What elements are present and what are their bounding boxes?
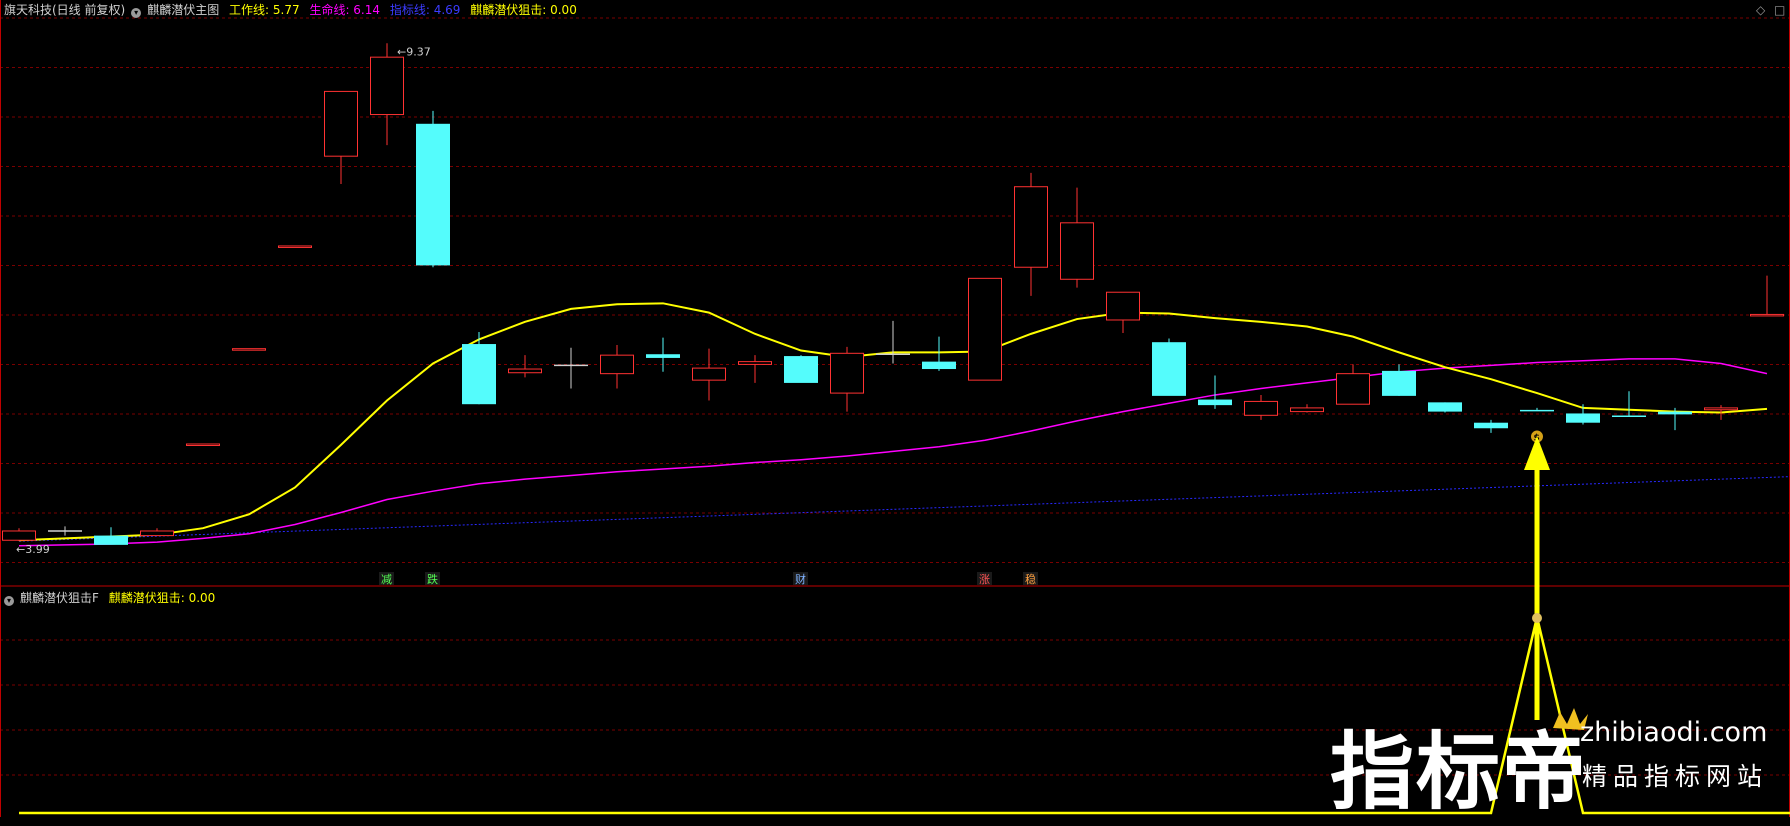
candle-body (1198, 399, 1232, 406)
candle-body (324, 90, 358, 157)
watermark-url: zhibiaodi.com (1580, 717, 1768, 748)
signal-marker: 财 (795, 572, 806, 586)
watermark-title: 指标帝 (1330, 723, 1589, 821)
dropdown-icon[interactable]: ▾ (131, 8, 142, 18)
candle-body (1060, 222, 1094, 280)
life-line-label: 生命线: 6.14 (309, 3, 381, 17)
indicator-line-label: 指标线: 4.69 (389, 3, 461, 17)
candle-body (738, 361, 772, 365)
square-icon[interactable]: □ (1774, 3, 1785, 17)
main-indicator-name[interactable]: 麒麟潜伏主图 (147, 3, 219, 17)
candle-body (370, 56, 404, 116)
snipe-label: 麒麟潜伏狙击: 0.00 (470, 3, 577, 17)
watermark-subtitle: 精品指标网站 (1582, 762, 1769, 791)
candle-body (646, 354, 680, 358)
signal-marker: 涨 (979, 573, 990, 586)
candle-body (186, 443, 220, 446)
signal-marker: 稳 (1025, 572, 1036, 586)
candle-body (784, 356, 818, 383)
candle-body (232, 348, 266, 351)
candles: ←9.37 ←3.99 (2, 43, 1784, 556)
candle-body (1474, 422, 1508, 429)
candle-body (1290, 407, 1324, 413)
candle-body (968, 277, 1002, 381)
candle-body (462, 344, 496, 405)
life-line (18, 358, 1768, 547)
signal-marker: 跌 (427, 572, 438, 586)
candle-body (1428, 402, 1462, 412)
candle-body (600, 354, 634, 375)
candle-body (416, 123, 450, 266)
grid-lines (0, 0, 1790, 817)
candle-body (1106, 291, 1140, 321)
candle-body (508, 368, 542, 374)
candle-body (1014, 186, 1048, 268)
low-label: ←3.99 (16, 543, 50, 556)
candle-body (922, 361, 956, 370)
candle-body (830, 352, 864, 394)
kline-chart[interactable]: ←9.37←3.99 减跌财涨稳$ (0, 0, 1790, 817)
candle-body (1750, 313, 1784, 317)
candle-body (2, 530, 36, 541)
arrow-head (1524, 436, 1550, 470)
life-line-path (18, 358, 1768, 547)
high-label: ←9.37 (397, 45, 431, 58)
signal-marker: 减 (381, 573, 392, 586)
candle-body (1658, 411, 1692, 415)
dropdown-icon[interactable]: ▾ (4, 596, 14, 606)
work-line-label: 工作线: 5.77 (229, 3, 300, 17)
candle-body (1336, 373, 1370, 405)
spike-dot (1532, 613, 1542, 623)
diamond-icon[interactable]: ◇ (1756, 3, 1765, 17)
buy-arrow (1524, 436, 1588, 730)
sub-indicator-name[interactable]: 麒麟潜伏狙击F (20, 591, 99, 605)
indicator-line-path (18, 476, 1790, 542)
candle-body (278, 245, 312, 248)
candle-body (1704, 407, 1738, 411)
indicator-line (18, 476, 1790, 542)
sub-header: ▾ 麒麟潜伏狙击F 麒麟潜伏狙击: 0.00 (4, 591, 221, 606)
candle-body (1152, 342, 1186, 396)
candle-body (1566, 413, 1600, 423)
main-header: 旗天科技(日线 前复权) ▾ 麒麟潜伏主图 工作线: 5.77 生命线: 6.14 … (4, 3, 583, 18)
candle-body (692, 367, 726, 381)
stock-title: 旗天科技(日线 前复权) (4, 3, 126, 17)
sub-snipe-label: 麒麟潜伏狙击: 0.00 (108, 591, 216, 605)
candle-body (1382, 370, 1416, 396)
candle-body (1244, 400, 1278, 416)
candle-body (140, 530, 174, 537)
candle-body (94, 535, 128, 545)
